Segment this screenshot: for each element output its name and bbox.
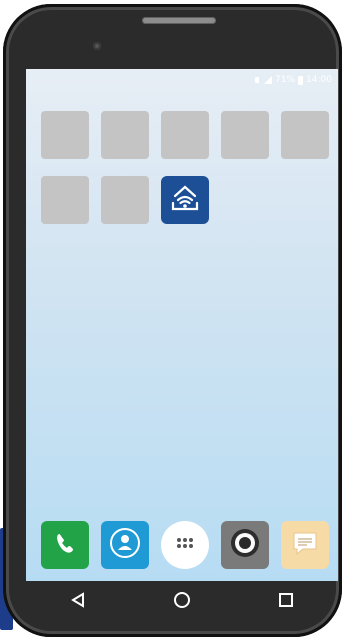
app-tile-3[interactable] [161, 111, 209, 159]
home-screen: 71% 14:00 [26, 69, 338, 581]
dock-phone-app[interactable] [41, 521, 89, 569]
app-tile-5[interactable] [281, 111, 329, 159]
app-tile-1[interactable] [41, 111, 89, 159]
contacts-icon [108, 526, 142, 564]
dock-contacts-app[interactable] [101, 521, 149, 569]
dock-camera-app[interactable] [221, 521, 269, 569]
signal-icon [264, 76, 273, 84]
battery-percentage: 71% [275, 75, 296, 85]
phone-icon [51, 529, 79, 561]
phone-device: 71% 14:00 [3, 4, 342, 637]
home-button[interactable] [162, 587, 202, 617]
app-tile-6[interactable] [41, 176, 89, 224]
recents-square-icon [277, 591, 295, 613]
back-triangle-icon [69, 591, 87, 613]
app-tile-7[interactable] [101, 176, 149, 224]
back-button[interactable] [58, 587, 98, 617]
home-circle-icon [172, 590, 192, 614]
status-bar: 71% 14:00 [253, 74, 332, 86]
wifi-connect-icon [168, 181, 202, 219]
speaker-grille [142, 17, 216, 24]
dock-messages-app[interactable] [281, 521, 329, 569]
dock-app-drawer[interactable] [161, 521, 209, 569]
messages-icon [289, 527, 321, 563]
recents-button[interactable] [266, 587, 306, 617]
wifi-connect-app[interactable] [161, 176, 209, 224]
front-camera [93, 42, 101, 50]
camera-icon [227, 525, 263, 565]
navigation-bar [26, 584, 338, 620]
battery-icon [298, 75, 304, 85]
app-tile-4[interactable] [221, 111, 269, 159]
app-drawer-icon [172, 530, 198, 560]
vibrate-icon [253, 76, 261, 84]
app-tile-2[interactable] [101, 111, 149, 159]
status-time: 14:00 [306, 75, 332, 85]
